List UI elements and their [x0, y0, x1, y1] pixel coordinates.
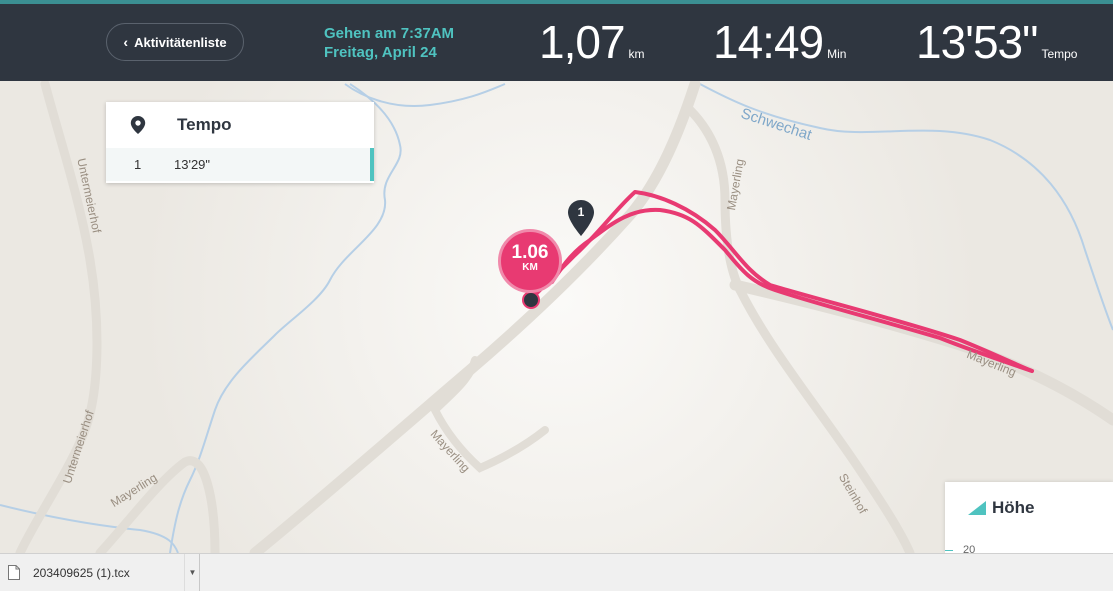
- duration-stat: 14:49 Min: [713, 17, 846, 67]
- chevron-down-icon: ▼: [188, 568, 197, 577]
- distance-stat: 1,07 km: [539, 17, 645, 67]
- pace-panel-title: Tempo: [177, 115, 232, 134]
- elevation-chart-icon: [968, 501, 986, 515]
- activity-date: Freitag, April 24: [324, 44, 437, 61]
- file-icon: [8, 565, 20, 580]
- pace-panel-header: Tempo: [106, 102, 374, 148]
- duration-unit: Min: [827, 47, 847, 61]
- pace-unit: Tempo: [1041, 47, 1078, 61]
- activity-header: ‹ Aktivitätenliste Gehen am 7:37AM Freit…: [0, 0, 1113, 81]
- activity-type-time: Gehen am 7:37AM: [324, 25, 455, 42]
- pace-split-row[interactable]: 1 13'29": [106, 148, 374, 181]
- route-end-point[interactable]: [522, 291, 540, 309]
- elevation-tick-mark: [945, 550, 953, 551]
- elevation-panel-title: Höhe: [992, 498, 1035, 517]
- download-menu-button[interactable]: ▼: [184, 554, 200, 591]
- download-item[interactable]: 203409625 (1).tcx ▼: [0, 554, 200, 591]
- distance-unit: km: [628, 47, 645, 61]
- distance-marker-unit: KM: [522, 262, 538, 273]
- distance-value: 1,07: [539, 16, 626, 68]
- duration-value: 14:49: [713, 16, 824, 68]
- download-file-name: 203409625 (1).tcx: [33, 565, 130, 580]
- elevation-panel: Höhe 20: [945, 482, 1113, 556]
- pace-stat: 13'53" Tempo: [916, 17, 1077, 67]
- back-button-label: Aktivitätenliste: [134, 34, 227, 50]
- browser-download-bar: 203409625 (1).tcx ▼: [0, 553, 1113, 591]
- pace-splits-panel: Tempo 1 13'29": [106, 102, 374, 183]
- activity-title: Gehen am 7:37AM Freitag, April 24: [324, 24, 454, 62]
- back-to-activity-list-button[interactable]: ‹ Aktivitätenliste: [106, 23, 244, 61]
- split-marker-number: 1: [577, 205, 585, 219]
- distance-marker[interactable]: 1.06 KM: [498, 229, 562, 293]
- elevation-panel-header: Höhe: [968, 498, 1113, 518]
- location-pin-icon: [130, 116, 146, 134]
- pace-value: 13'53": [916, 16, 1038, 68]
- distance-marker-value: 1.06: [511, 242, 549, 263]
- chevron-left-icon: ‹: [123, 34, 129, 50]
- split-marker[interactable]: 1: [568, 200, 594, 236]
- split-number: 1: [134, 157, 142, 172]
- split-pace: 13'29": [174, 157, 211, 172]
